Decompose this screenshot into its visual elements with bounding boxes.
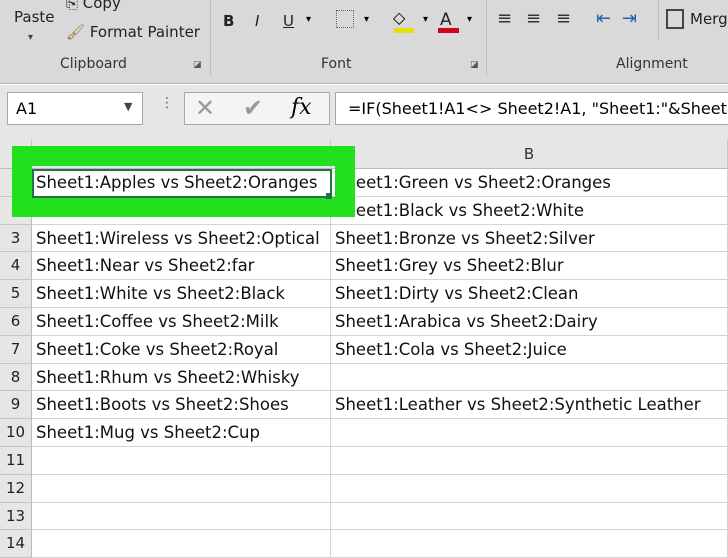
cell-b5[interactable]: Sheet1:Dirty vs Sheet2:Clean	[331, 280, 728, 308]
ribbon: Paste ▾ ⎘ Copy 🖌 Format Painter Clipboar…	[0, 0, 728, 84]
font-color-button[interactable]: A	[440, 10, 452, 30]
dialog-launcher-icon[interactable]: ◪	[193, 60, 202, 70]
formula-input[interactable]: =IF(Sheet1!A1<> Sheet2!A1, "Sheet1:"&She…	[335, 92, 728, 125]
row-header[interactable]: 4	[0, 252, 32, 281]
row-header[interactable]: 2	[0, 196, 32, 225]
underline-dropdown-icon[interactable]: ▾	[306, 14, 311, 25]
name-box[interactable]: A1 ▼	[7, 92, 143, 125]
more-options-icon: ⋮	[160, 95, 174, 111]
row-header[interactable]: 13	[0, 502, 32, 531]
insert-function-icon[interactable]: fx	[291, 95, 312, 120]
row-header[interactable]: 12	[0, 474, 32, 503]
fill-color-bar	[394, 28, 414, 33]
fill-dropdown-icon[interactable]: ▾	[423, 14, 428, 25]
spreadsheet-grid: A B 1 Sheet1:Apples vs Sheet2:Oranges Shee…	[0, 140, 728, 558]
select-all-corner[interactable]	[0, 140, 32, 169]
italic-button[interactable]: I	[255, 12, 259, 30]
cell-b4[interactable]: Sheet1:Grey vs Sheet2:Blur	[331, 252, 728, 281]
cell-b7[interactable]: Sheet1:Cola vs Sheet2:Juice	[331, 335, 728, 364]
cell-b11[interactable]	[331, 447, 728, 475]
column-header-b[interactable]: B	[331, 140, 728, 169]
paste-button[interactable]: Paste	[14, 8, 55, 26]
row-header[interactable]: 1	[0, 169, 32, 197]
align-left-icon[interactable]: ≡	[497, 8, 512, 29]
dialog-launcher-icon[interactable]: ◪	[470, 60, 479, 70]
borders-dropdown-icon[interactable]: ▾	[364, 14, 369, 25]
cell-a8[interactable]: Sheet1:Rhum vs Sheet2:Whisky	[32, 363, 331, 392]
row-header[interactable]: 3	[0, 224, 32, 253]
paintbrush-icon: 🖌	[66, 23, 86, 41]
cell-a13[interactable]	[32, 502, 331, 531]
cell-a3[interactable]: Sheet1:Wireless vs Sheet2:Optical	[32, 224, 331, 253]
alignment-group-label: Alignment	[616, 56, 688, 72]
cell-b12[interactable]	[331, 474, 728, 503]
font-group-label: Font	[321, 56, 352, 72]
align-center-icon[interactable]: ≡	[526, 8, 541, 29]
cell-b13[interactable]	[331, 502, 728, 531]
cell-a10[interactable]: Sheet1:Mug vs Sheet2:Cup	[32, 419, 331, 447]
fill-handle[interactable]	[326, 193, 332, 199]
cell-a5[interactable]: Sheet1:White vs Sheet2:Black	[32, 280, 331, 308]
format-painter-button[interactable]: 🖌 Format Painter	[66, 23, 200, 41]
enter-check-icon[interactable]: ✔	[243, 94, 263, 122]
merge-icon	[666, 9, 684, 29]
cell-a12[interactable]	[32, 474, 331, 503]
copy-icon: ⎘	[66, 0, 83, 12]
chevron-down-icon[interactable]: ▼	[124, 100, 132, 113]
row-header[interactable]: 6	[0, 308, 32, 336]
clipboard-group-label: Clipboard	[60, 56, 127, 72]
paste-dropdown-icon[interactable]: ▾	[28, 32, 33, 43]
copy-button[interactable]: ⎘ Copy	[66, 0, 121, 12]
row-header[interactable]: 11	[0, 447, 32, 475]
column-header-a[interactable]: A	[32, 140, 331, 169]
cell-a1[interactable]: Sheet1:Apples vs Sheet2:Oranges	[32, 169, 331, 197]
cell-a7[interactable]: Sheet1:Coke vs Sheet2:Royal	[32, 335, 331, 364]
cell-b2[interactable]: Sheet1:Black vs Sheet2:White	[331, 196, 728, 225]
cell-b10[interactable]	[331, 419, 728, 447]
cell-a9[interactable]: Sheet1:Boots vs Sheet2:Shoes	[32, 391, 331, 420]
formula-bar: A1 ▼ ⋮ ✕ ✔ fx =IF(Sheet1!A1<> Sheet2!A1,…	[0, 85, 728, 140]
cell-a6[interactable]: Sheet1:Coffee vs Sheet2:Milk	[32, 308, 331, 336]
cell-a14[interactable]	[32, 530, 331, 558]
row-header[interactable]: 10	[0, 419, 32, 447]
formula-buttons: ✕ ✔ fx	[184, 92, 330, 125]
cancel-icon[interactable]: ✕	[195, 94, 215, 122]
cell-b6[interactable]: Sheet1:Arabica vs Sheet2:Dairy	[331, 308, 728, 336]
cell-b3[interactable]: Sheet1:Bronze vs Sheet2:Silver	[331, 224, 728, 253]
cell-a2[interactable]	[32, 196, 331, 225]
fill-color-icon[interactable]: ◇	[393, 8, 405, 27]
decrease-indent-icon[interactable]: ⇤	[596, 8, 611, 29]
align-right-icon[interactable]: ≡	[556, 8, 571, 29]
cell-a4[interactable]: Sheet1:Near vs Sheet2:far	[32, 252, 331, 281]
merge-button[interactable]: Merg	[690, 10, 728, 28]
cell-b9[interactable]: Sheet1:Leather vs Sheet2:Synthetic Leath…	[331, 391, 728, 420]
cell-b1[interactable]: Sheet1:Green vs Sheet2:Oranges	[331, 169, 728, 197]
cell-a11[interactable]	[32, 447, 331, 475]
cell-b14[interactable]	[331, 530, 728, 558]
row-header[interactable]: 7	[0, 335, 32, 364]
underline-button[interactable]: U	[283, 12, 294, 30]
row-header[interactable]: 9	[0, 391, 32, 420]
row-header[interactable]: 5	[0, 280, 32, 308]
row-header[interactable]: 14	[0, 530, 32, 558]
font-color-bar	[438, 28, 459, 33]
increase-indent-icon[interactable]: ⇥	[622, 8, 637, 29]
borders-icon[interactable]	[336, 10, 354, 28]
bold-button[interactable]: B	[223, 12, 234, 30]
row-header[interactable]: 8	[0, 363, 32, 392]
cell-b8[interactable]	[331, 363, 728, 392]
font-color-dropdown-icon[interactable]: ▾	[467, 14, 472, 25]
